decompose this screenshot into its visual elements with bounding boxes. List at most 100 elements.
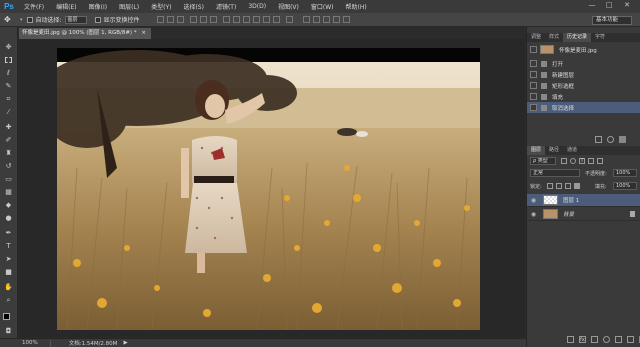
align-hcenter-icon[interactable] <box>199 16 207 23</box>
menu-view[interactable]: 视图(V) <box>272 2 305 11</box>
filter-type-icon[interactable]: T <box>579 158 585 164</box>
new-layer-icon[interactable] <box>627 336 634 343</box>
tab-paths[interactable]: 路径 <box>545 146 563 155</box>
quick-mask-icon[interactable]: ◘ <box>3 327 14 336</box>
menu-3d[interactable]: 3D(D) <box>242 3 272 10</box>
eye-icon[interactable]: ◉ <box>530 197 537 204</box>
filter-pixel-icon[interactable] <box>561 158 567 164</box>
hand-tool-icon[interactable]: ✋ <box>3 283 14 292</box>
blur-tool-icon[interactable]: ◆ <box>3 201 14 210</box>
history-step-source-icon[interactable] <box>530 93 537 100</box>
filter-smart-object-icon[interactable] <box>597 158 603 164</box>
layer-name[interactable]: 图层 1 <box>563 196 579 204</box>
link-layers-icon[interactable] <box>567 336 574 343</box>
foreground-color-swatch[interactable] <box>3 313 10 320</box>
blend-mode-dropdown[interactable]: 正常 <box>530 169 580 177</box>
auto-select-checkbox[interactable] <box>26 16 33 23</box>
snapshot-brush-source-icon[interactable] <box>530 46 537 53</box>
type-tool-icon[interactable]: T <box>3 242 14 251</box>
menu-layer[interactable]: 图层(L) <box>113 2 145 11</box>
adjustment-layer-icon[interactable] <box>603 336 610 343</box>
3d-mode-icon[interactable] <box>302 16 310 23</box>
lasso-tool-icon[interactable]: ℓ <box>3 69 14 78</box>
zoom-level[interactable]: 100% <box>22 340 38 346</box>
layer-row-selected[interactable]: ◉ 图层 1 <box>527 194 640 207</box>
layer-filter-dropdown[interactable]: ρ 类型 <box>530 157 556 165</box>
distribute-bottom-icon[interactable] <box>242 16 250 23</box>
show-transform-checkbox[interactable] <box>94 16 101 23</box>
status-menu-arrow[interactable]: ▶ <box>123 340 127 346</box>
history-step[interactable]: 填充 <box>527 91 640 102</box>
history-snapshot[interactable]: 怀像是麦田.jpg <box>527 44 640 55</box>
new-group-icon[interactable] <box>615 336 622 343</box>
path-select-tool-icon[interactable]: ➤ <box>3 255 14 264</box>
3d-drag-icon[interactable] <box>332 16 340 23</box>
align-vcenter-icon[interactable] <box>166 16 174 23</box>
document-tab[interactable]: 怀像是麦田.jpg @ 100% (图层 1, RGB/8#) * × <box>19 28 151 39</box>
align-top-icon[interactable] <box>156 16 164 23</box>
menu-select[interactable]: 选择(S) <box>177 2 210 11</box>
chevron-down-icon[interactable]: ▾ <box>20 17 23 23</box>
auto-select-dropdown[interactable]: 图层 <box>64 15 87 24</box>
add-mask-icon[interactable] <box>591 336 598 343</box>
eyedropper-tool-icon[interactable]: ⁄ <box>3 108 14 117</box>
menu-filter[interactable]: 滤镜(T) <box>210 2 242 11</box>
distribute-vcenter-icon[interactable] <box>232 16 240 23</box>
quick-select-tool-icon[interactable]: ✎ <box>3 82 14 91</box>
close-tab-icon[interactable]: × <box>141 30 146 36</box>
distribute-hcenter-icon[interactable] <box>262 16 270 23</box>
3d-roll-icon[interactable] <box>322 16 330 23</box>
healing-tool-icon[interactable]: ✚ <box>3 123 14 132</box>
distribute-right-icon[interactable] <box>272 16 280 23</box>
tab-channels[interactable]: 通道 <box>563 146 581 155</box>
align-bottom-icon[interactable] <box>176 16 184 23</box>
tab-character[interactable]: 字符 <box>591 33 609 42</box>
gradient-tool-icon[interactable]: ▦ <box>3 188 14 197</box>
filter-shape-icon[interactable] <box>588 158 594 164</box>
history-step[interactable]: 打开 <box>527 58 640 69</box>
auto-align-icon[interactable] <box>285 16 293 23</box>
move-tool-icon[interactable]: ✥ <box>3 43 14 52</box>
menu-help[interactable]: 帮助(H) <box>340 2 373 11</box>
history-step-source-icon[interactable] <box>530 71 537 78</box>
close-window-button[interactable]: ✕ <box>620 1 634 11</box>
stamp-tool-icon[interactable]: ♜ <box>3 149 14 158</box>
history-step-source-icon[interactable] <box>530 104 537 111</box>
align-left-icon[interactable] <box>189 16 197 23</box>
3d-slide-icon[interactable] <box>342 16 350 23</box>
pen-tool-icon[interactable]: ✒ <box>3 229 14 238</box>
menu-type[interactable]: 类型(Y) <box>145 2 177 11</box>
new-document-from-state-icon[interactable] <box>595 136 602 143</box>
history-step-source-icon[interactable] <box>530 60 537 67</box>
tab-history[interactable]: 历史记录 <box>563 33 592 42</box>
align-right-icon[interactable] <box>209 16 217 23</box>
brush-tool-icon[interactable]: ✐ <box>3 136 14 145</box>
zoom-tool-icon[interactable]: ⌕ <box>3 296 14 305</box>
menu-file[interactable]: 文件(F) <box>18 2 50 11</box>
shape-tool-icon[interactable]: ■ <box>3 268 14 277</box>
menu-edit[interactable]: 编辑(E) <box>50 2 82 11</box>
distribute-top-icon[interactable] <box>222 16 230 23</box>
lock-all-icon[interactable] <box>574 183 580 189</box>
lock-transparent-icon[interactable] <box>547 183 553 189</box>
filter-adjustment-icon[interactable] <box>570 158 576 164</box>
history-step-source-icon[interactable] <box>530 82 537 89</box>
history-brush-tool-icon[interactable]: ↺ <box>3 162 14 171</box>
lock-pixels-icon[interactable] <box>556 183 562 189</box>
history-step[interactable]: 矩形选框 <box>527 80 640 91</box>
tab-adjustments[interactable]: 调整 <box>527 33 545 42</box>
tab-layers[interactable]: 图层 <box>527 146 546 155</box>
layer-name[interactable]: 背景 <box>563 210 574 218</box>
maximize-button[interactable]: □ <box>602 1 616 11</box>
layer-row[interactable]: ◉ 背景 <box>527 208 640 221</box>
lock-position-icon[interactable] <box>565 183 571 189</box>
canvas-image[interactable] <box>57 48 480 330</box>
3d-rotate-icon[interactable] <box>312 16 320 23</box>
history-step-selected[interactable]: 取消选择 <box>527 102 640 113</box>
workspace-dropdown[interactable]: 基本功能 <box>592 16 632 25</box>
trash-icon[interactable] <box>619 136 626 143</box>
crop-tool-icon[interactable]: ⌗ <box>3 95 14 104</box>
eye-icon[interactable]: ◉ <box>530 211 537 218</box>
create-snapshot-icon[interactable] <box>607 136 614 143</box>
dodge-tool-icon[interactable]: ● <box>3 214 14 223</box>
